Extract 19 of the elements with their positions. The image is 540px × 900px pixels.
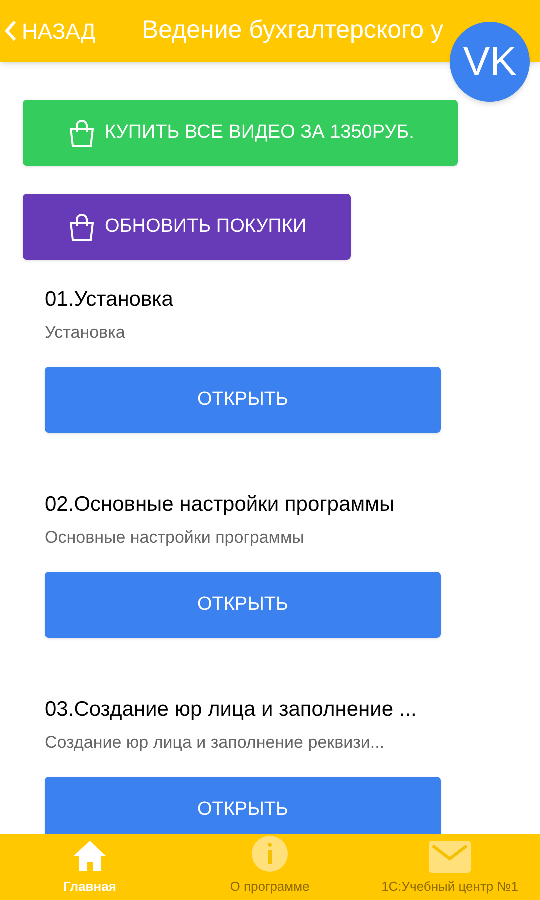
open-button[interactable]: ОТКРЫТЬ xyxy=(45,572,441,638)
tab[interactable]: 1С:Учебный центр №1 xyxy=(360,834,540,900)
lesson-title: 03.Создание юр лица и заполнение ... xyxy=(45,697,418,723)
shopping-bag-icon xyxy=(67,212,97,242)
purchase-button[interactable]: КУПИТЬ ВСЕ ВИДЕО ЗА 1350РУБ. xyxy=(23,100,458,166)
lesson-subtitle: Создание юр лица и заполнение реквизи... xyxy=(45,732,386,754)
tab[interactable]: О программе xyxy=(180,834,360,900)
purchase-button[interactable]: ОБНОВИТЬ ПОКУПКИ xyxy=(23,194,351,260)
lesson-title: 01.Установка xyxy=(45,287,174,313)
open-button[interactable]: ОТКРЫТЬ xyxy=(45,777,441,834)
shopping-bag-icon xyxy=(67,118,97,148)
back-chevron-icon xyxy=(4,20,18,42)
lesson-subtitle: Основные настройки программы xyxy=(45,526,306,548)
lesson-subtitle: Установка xyxy=(45,322,126,344)
lesson-title: 02.Основные настройки программы xyxy=(45,492,396,518)
mail-icon xyxy=(429,840,471,872)
home-icon xyxy=(73,838,107,872)
open-button[interactable]: ОТКРЫТЬ xyxy=(45,367,441,433)
page-title: Ведение бухгалтерского у xyxy=(142,15,444,46)
